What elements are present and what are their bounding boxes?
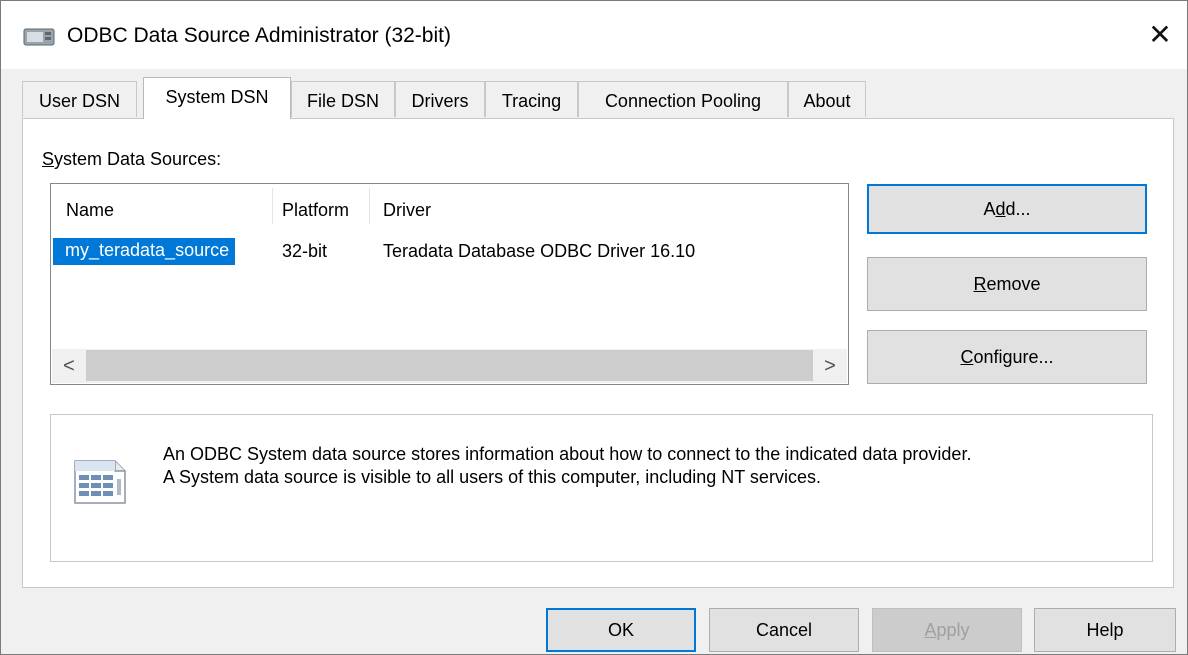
column-separator [369, 188, 370, 224]
table-row-name[interactable]: my_teradata_source [53, 238, 236, 265]
title-bar: ODBC Data Source Administrator (32-bit) … [1, 1, 1187, 69]
apply-button[interactable]: Apply [872, 608, 1022, 652]
tab-system-dsn[interactable]: System DSN [143, 77, 291, 119]
ok-button[interactable]: OK [546, 608, 696, 652]
horizontal-scrollbar[interactable]: < > [52, 349, 847, 383]
tab-tracing[interactable]: Tracing [485, 81, 578, 117]
column-header-platform[interactable]: Platform [282, 200, 349, 221]
scroll-right-icon[interactable]: > [813, 349, 847, 383]
remove-button[interactable]: Remove [867, 257, 1147, 311]
tab-user-dsn[interactable]: User DSN [22, 81, 137, 117]
table-row-platform[interactable]: 32-bit [282, 241, 327, 262]
cancel-button[interactable]: Cancel [709, 608, 859, 652]
tab-file-dsn[interactable]: File DSN [291, 81, 395, 117]
help-button[interactable]: Help [1034, 608, 1176, 652]
data-source-list[interactable]: Name Platform Driver my_teradata_source … [50, 183, 849, 385]
tab-drivers[interactable]: Drivers [395, 81, 485, 117]
odbc-admin-icon [23, 28, 55, 46]
tab-about[interactable]: About [788, 81, 866, 117]
scroll-left-icon[interactable]: < [52, 349, 86, 383]
info-box: An ODBC System data source stores inform… [50, 414, 1153, 562]
add-button[interactable]: Add... [867, 184, 1147, 234]
window-title: ODBC Data Source Administrator (32-bit) [67, 24, 451, 47]
info-line-2: A System data source is visible to all u… [163, 467, 821, 487]
data-source-document-icon [74, 460, 126, 504]
close-icon[interactable]: ✕ [1139, 15, 1181, 55]
column-header-driver[interactable]: Driver [383, 200, 431, 221]
system-data-sources-label: System Data Sources: [42, 149, 222, 169]
odbc-admin-window: ODBC Data Source Administrator (32-bit) … [0, 0, 1188, 655]
tab-connection-pooling[interactable]: Connection Pooling [578, 81, 788, 117]
info-line-1: An ODBC System data source stores inform… [163, 444, 972, 464]
column-separator [272, 188, 273, 224]
column-header-name[interactable]: Name [66, 200, 114, 221]
table-row-driver[interactable]: Teradata Database ODBC Driver 16.10 [383, 241, 695, 262]
configure-button[interactable]: Configure... [867, 330, 1147, 384]
info-text: An ODBC System data source stores inform… [163, 443, 1143, 489]
scrollbar-thumb[interactable] [86, 350, 813, 381]
